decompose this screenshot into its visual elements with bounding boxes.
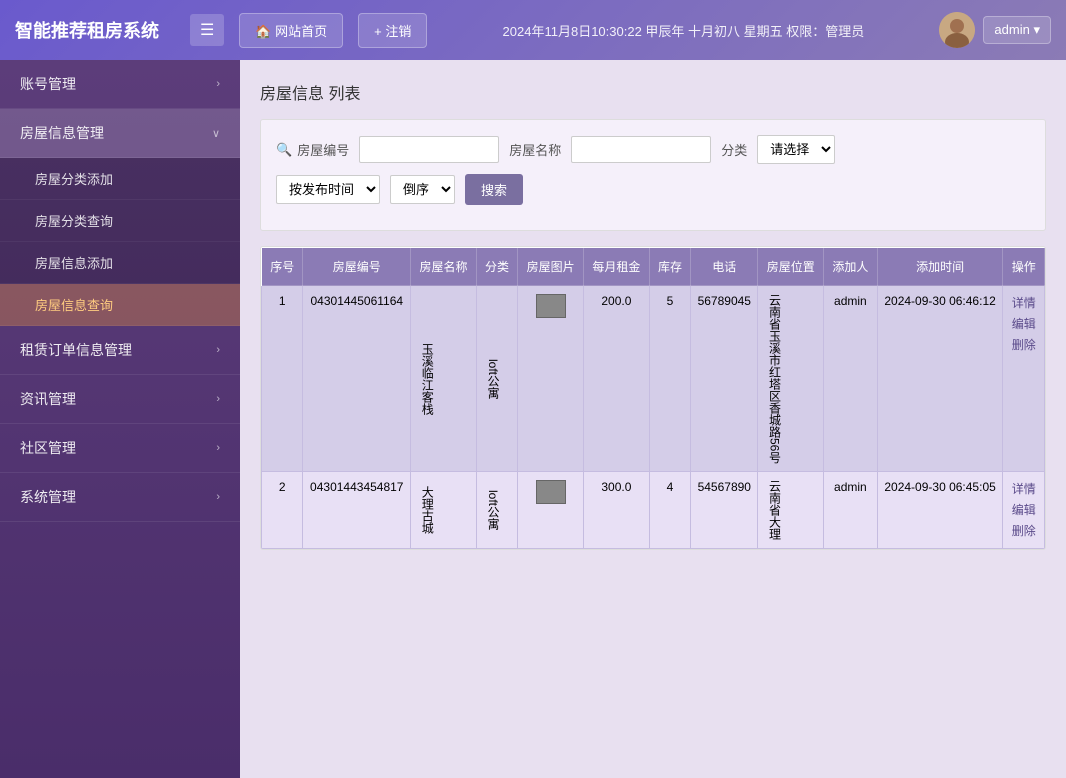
td-stock: 4 — [649, 472, 690, 549]
sidebar-label-news: 资讯管理 — [20, 389, 76, 409]
page-title: 房屋信息 列表 — [260, 80, 1046, 104]
td-house-name: 玉溪临江客栈 — [411, 286, 477, 472]
sidebar-label-order: 租赁订单信息管理 — [20, 340, 132, 360]
sidebar-item-news[interactable]: 资讯管理 › — [0, 375, 240, 424]
td-adder: admin — [824, 472, 878, 549]
th-seq: 序号 — [262, 248, 303, 286]
action-详情[interactable]: 详情 — [1012, 294, 1036, 311]
avatar — [939, 12, 975, 48]
td-phone: 56789045 — [691, 286, 758, 472]
chevron-right-icon-2: › — [216, 344, 220, 356]
sidebar-label-community: 社区管理 — [20, 438, 76, 458]
th-action: 操作 — [1003, 248, 1045, 286]
sidebar-item-house-cat-add[interactable]: 房屋分类添加 — [0, 158, 240, 200]
chevron-right-icon-4: › — [216, 442, 220, 454]
td-location: 云南省大理 — [758, 472, 824, 549]
house-name-label: 房屋名称 — [509, 140, 561, 159]
home-button[interactable]: 🏠 网站首页 — [239, 13, 343, 48]
chevron-right-icon-5: › — [216, 491, 220, 503]
sidebar-item-account[interactable]: 账号管理 › — [0, 60, 240, 109]
logout-button[interactable]: + 注销 — [358, 13, 427, 48]
chevron-down-icon: ∨ — [212, 127, 220, 140]
td-actions: 详情编辑删除 — [1003, 472, 1045, 549]
house-name-input[interactable] — [571, 136, 711, 163]
sidebar-item-house-cat-query[interactable]: 房屋分类查询 — [0, 200, 240, 242]
sidebar-item-house-info-add[interactable]: 房屋信息添加 — [0, 242, 240, 284]
search-row-2: 按发布时间 按价格 按库存 倒序 正序 搜索 — [276, 174, 1030, 205]
chevron-right-icon: › — [216, 78, 220, 90]
td-add-time: 2024-09-30 06:46:12 — [877, 286, 1003, 472]
td-stock: 5 — [649, 286, 690, 472]
sidebar-label-house-info: 房屋信息管理 — [20, 123, 104, 143]
sidebar-label-system: 系统管理 — [20, 487, 76, 507]
td-rent: 200.0 — [584, 286, 650, 472]
app-header: 智能推荐租房系统 ☰ 🏠 网站首页 + 注销 2024年11月8日10:30:2… — [0, 0, 1066, 60]
house-id-input[interactable] — [359, 136, 499, 163]
td-house-name: 大理古城 — [411, 472, 477, 549]
td-category: loft公寓 — [476, 286, 517, 472]
house-table: 序号 房屋编号 房屋名称 分类 房屋图片 每月租金 库存 电话 房屋位置 添加人… — [261, 247, 1045, 549]
th-house-name: 房屋名称 — [411, 248, 477, 286]
table-row: 104301445061164玉溪临江客栈loft公寓 200.055678904… — [262, 286, 1045, 472]
action-删除[interactable]: 删除 — [1012, 336, 1036, 353]
sort-order-select[interactable]: 倒序 正序 — [390, 175, 455, 204]
th-phone: 电话 — [691, 248, 758, 286]
chevron-right-icon-3: › — [216, 393, 220, 405]
table-row: 204301443454817大理古城loft公寓 300.0454567890云… — [262, 472, 1045, 549]
td-image — [518, 472, 584, 549]
sidebar-label-account: 账号管理 — [20, 74, 76, 94]
th-stock: 库存 — [649, 248, 690, 286]
sidebar: 账号管理 › 房屋信息管理 ∨ 房屋分类添加 房屋分类查询 房屋信息添加 房屋信… — [0, 60, 240, 778]
search-row-1: 🔍 房屋编号 房屋名称 分类 请选择 — [276, 135, 1030, 164]
sidebar-item-order[interactable]: 租赁订单信息管理 › — [0, 326, 240, 375]
search-icon: 🔍 — [276, 142, 292, 158]
td-house-id: 04301445061164 — [303, 286, 411, 472]
app-title: 智能推荐租房系统 — [15, 17, 175, 43]
sidebar-item-house-info[interactable]: 房屋信息管理 ∨ — [0, 109, 240, 158]
sidebar-item-house-info-query[interactable]: 房屋信息查询 — [0, 284, 240, 326]
th-rent: 每月租金 — [584, 248, 650, 286]
th-house-id: 房屋编号 — [303, 248, 411, 286]
sort-field-select[interactable]: 按发布时间 按价格 按库存 — [276, 175, 380, 204]
datetime-info: 2024年11月8日10:30:22 甲辰年 十月初八 星期五 权限：管理员 — [442, 21, 924, 40]
action-删除[interactable]: 删除 — [1012, 522, 1036, 539]
sidebar-item-community[interactable]: 社区管理 › — [0, 424, 240, 473]
td-actions: 详情编辑删除 — [1003, 286, 1045, 472]
td-location: 云南省玉溪市红塔区香城路56号 — [758, 286, 824, 472]
action-详情[interactable]: 详情 — [1012, 480, 1036, 497]
td-category: loft公寓 — [476, 472, 517, 549]
category-label: 分类 — [721, 140, 747, 159]
search-button[interactable]: 搜索 — [465, 174, 523, 205]
td-image — [518, 286, 584, 472]
action-编辑[interactable]: 编辑 — [1012, 501, 1036, 518]
house-image[interactable] — [536, 480, 566, 504]
sidebar-item-system[interactable]: 系统管理 › — [0, 473, 240, 522]
house-id-label: 🔍 房屋编号 — [276, 140, 349, 159]
th-category: 分类 — [476, 248, 517, 286]
td-seq: 1 — [262, 286, 303, 472]
td-house-id: 04301443454817 — [303, 472, 411, 549]
search-panel: 🔍 房屋编号 房屋名称 分类 请选择 按发布时间 按价格 — [260, 119, 1046, 231]
td-add-time: 2024-09-30 06:45:05 — [877, 472, 1003, 549]
main-layout: 账号管理 › 房屋信息管理 ∨ 房屋分类添加 房屋分类查询 房屋信息添加 房屋信… — [0, 60, 1066, 778]
house-table-wrapper: 序号 房屋编号 房屋名称 分类 房屋图片 每月租金 库存 电话 房屋位置 添加人… — [260, 246, 1046, 550]
th-adder: 添加人 — [824, 248, 878, 286]
user-menu-button[interactable]: admin ▾ — [983, 16, 1051, 44]
table-header-row: 序号 房屋编号 房屋名称 分类 房屋图片 每月租金 库存 电话 房屋位置 添加人… — [262, 248, 1045, 286]
house-image[interactable] — [536, 294, 566, 318]
td-seq: 2 — [262, 472, 303, 549]
td-rent: 300.0 — [584, 472, 650, 549]
th-image: 房屋图片 — [518, 248, 584, 286]
td-phone: 54567890 — [691, 472, 758, 549]
th-add-time: 添加时间 — [877, 248, 1003, 286]
action-编辑[interactable]: 编辑 — [1012, 315, 1036, 332]
main-content: 房屋信息 列表 🔍 房屋编号 房屋名称 分类 请选择 — [240, 60, 1066, 778]
category-select[interactable]: 请选择 — [757, 135, 835, 164]
th-location: 房屋位置 — [758, 248, 824, 286]
hamburger-button[interactable]: ☰ — [190, 14, 224, 46]
user-area: admin ▾ — [939, 12, 1051, 48]
td-adder: admin — [824, 286, 878, 472]
